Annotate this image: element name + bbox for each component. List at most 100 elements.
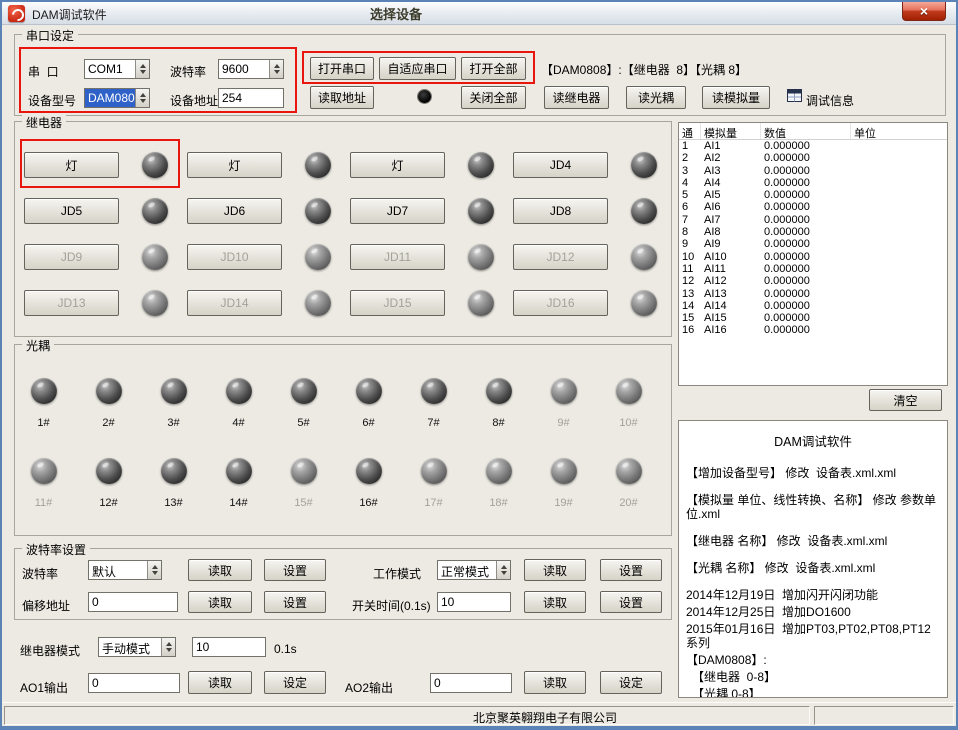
col-header-analog[interactable]: 模拟量 <box>701 123 761 139</box>
relay-mode-select[interactable]: 手动模式 <box>98 637 176 657</box>
relay-button[interactable]: JD8 <box>513 198 608 224</box>
analog-table-row[interactable]: 9 AI9 0.000000 <box>679 238 947 250</box>
relay-button[interactable]: 灯 <box>187 152 282 178</box>
relay-button[interactable]: JD7 <box>350 198 445 224</box>
cell-channel: 11 <box>679 263 701 275</box>
relay-button[interactable]: 灯 <box>350 152 445 178</box>
baud-rate-value: 9600 <box>219 60 269 78</box>
work-mode-value: 正常模式 <box>438 561 496 579</box>
opto-channel-label: 12# <box>99 497 117 509</box>
analog-table-row[interactable]: 16 AI16 0.000000 <box>679 324 947 336</box>
open-serial-button[interactable]: 打开串口 <box>310 57 374 80</box>
switch-time-set-button[interactable]: 设置 <box>600 591 662 613</box>
ao1-output-input[interactable] <box>88 673 180 693</box>
read-opto-button[interactable]: 读光耦 <box>626 86 686 109</box>
info-line: 【模拟量 单位、线性转换、名称】 修改 参数单位.xml <box>686 493 940 521</box>
work-mode-set-button[interactable]: 设置 <box>600 559 662 581</box>
clear-button[interactable]: 清空 <box>869 389 942 411</box>
relay-button[interactable]: JD12 <box>513 244 608 270</box>
analog-table-row[interactable]: 13 AI13 0.000000 <box>679 288 947 300</box>
relay-button[interactable]: JD13 <box>24 290 119 316</box>
analog-table-row[interactable]: 14 AI14 0.000000 <box>679 300 947 312</box>
cell-channel: 10 <box>679 251 701 263</box>
close-all-button[interactable]: 关闭全部 <box>461 86 526 109</box>
opto-cell: 19# <box>531 458 596 509</box>
col-header-value[interactable]: 数值 <box>761 123 851 139</box>
relay-mode-label: 继电器模式 <box>20 642 80 659</box>
ao1-set-button[interactable]: 设定 <box>264 671 326 694</box>
adaptive-serial-button[interactable]: 自适应串口 <box>379 57 456 80</box>
analog-table-row[interactable]: 3 AI3 0.000000 <box>679 165 947 177</box>
offset-set-button[interactable]: 设置 <box>264 591 326 613</box>
baud-rate-select[interactable]: 9600 <box>218 59 284 79</box>
relay-button[interactable]: JD14 <box>187 290 282 316</box>
analog-table-row[interactable]: 15 AI15 0.000000 <box>679 312 947 324</box>
ao2-output-input[interactable] <box>430 673 512 693</box>
relay-button[interactable]: JD16 <box>513 290 608 316</box>
read-address-button[interactable]: 读取地址 <box>310 86 374 109</box>
analog-table-row[interactable]: 7 AI7 0.000000 <box>679 214 947 226</box>
switch-time-read-button[interactable]: 读取 <box>524 591 586 613</box>
cell-analog-name: AI7 <box>701 214 761 226</box>
relay-button[interactable]: JD9 <box>24 244 119 270</box>
analog-table-row[interactable]: 2 AI2 0.000000 <box>679 152 947 164</box>
read-relay-button[interactable]: 读继电器 <box>544 86 609 109</box>
cell-analog-name: AI5 <box>701 189 761 201</box>
analog-table-row[interactable]: 12 AI12 0.000000 <box>679 275 947 287</box>
read-analog-button[interactable]: 读模拟量 <box>702 86 770 109</box>
analog-table-row[interactable]: 1 AI1 0.000000 <box>679 140 947 152</box>
ao1-read-button[interactable]: 读取 <box>188 671 252 694</box>
ao2-read-button[interactable]: 读取 <box>524 671 586 694</box>
com-port-select[interactable]: COM1 <box>84 59 150 79</box>
relay-button[interactable]: JD4 <box>513 152 608 178</box>
cell-unit <box>851 238 947 250</box>
work-mode-read-button[interactable]: 读取 <box>524 559 586 581</box>
info-line: 2014年12月25日 增加DO1600 <box>686 605 940 619</box>
baud-set-button[interactable]: 设置 <box>264 559 326 581</box>
relay-indicator-knob <box>305 198 331 224</box>
statusbar-panel-right <box>814 706 954 725</box>
baud-read-button[interactable]: 读取 <box>188 559 252 581</box>
info-lines: 【增加设备型号】 修改 设备表.xml.xml 【模拟量 单位、线性转换、名称】… <box>686 466 940 698</box>
analog-table-row[interactable]: 10 AI10 0.000000 <box>679 251 947 263</box>
offset-address-input[interactable] <box>88 592 178 612</box>
offset-read-button[interactable]: 读取 <box>188 591 252 613</box>
analog-table-row[interactable]: 8 AI8 0.000000 <box>679 226 947 238</box>
relay-button[interactable]: JD6 <box>187 198 282 224</box>
spinner-arrows-icon[interactable] <box>496 561 510 579</box>
spinner-arrows-icon[interactable] <box>135 60 149 78</box>
cell-unit <box>851 201 947 213</box>
switch-time-input[interactable] <box>437 592 511 612</box>
spinner-arrows-icon[interactable] <box>161 638 175 656</box>
device-model-select[interactable]: DAM0808 <box>84 88 150 108</box>
relay-button[interactable]: JD5 <box>24 198 119 224</box>
cell-value: 0.000000 <box>761 300 851 312</box>
cell-analog-name: AI9 <box>701 238 761 250</box>
spinner-arrows-icon[interactable] <box>135 89 149 107</box>
col-header-unit[interactable]: 单位 <box>851 123 947 139</box>
spinner-arrows-icon[interactable] <box>147 561 161 579</box>
relay-button[interactable]: JD15 <box>350 290 445 316</box>
switch-time-label: 开关时间(0.1s) <box>352 597 431 614</box>
work-mode-select[interactable]: 正常模式 <box>437 560 511 580</box>
device-address-input[interactable] <box>218 88 284 108</box>
baud-setting-select[interactable]: 默认 <box>88 560 162 580</box>
opto-indicator-knob <box>551 458 577 484</box>
close-button[interactable]: × <box>902 2 946 21</box>
relay-button[interactable]: JD10 <box>187 244 282 270</box>
analog-table-row[interactable]: 11 AI11 0.000000 <box>679 263 947 275</box>
opto-channel-label: 5# <box>297 417 309 429</box>
relay-button[interactable]: 灯 <box>24 152 119 178</box>
analog-table-row[interactable]: 5 AI5 0.000000 <box>679 189 947 201</box>
spinner-arrows-icon[interactable] <box>269 60 283 78</box>
cell-unit <box>851 140 947 152</box>
opto-channel-label: 10# <box>619 417 637 429</box>
analog-table-row[interactable]: 6 AI6 0.000000 <box>679 201 947 213</box>
analog-table-row[interactable]: 4 AI4 0.000000 <box>679 177 947 189</box>
cell-analog-name: AI12 <box>701 275 761 287</box>
open-all-button[interactable]: 打开全部 <box>461 57 526 80</box>
ao2-set-button[interactable]: 设定 <box>600 671 662 694</box>
relay-mode-time-input[interactable] <box>192 637 266 657</box>
relay-button[interactable]: JD11 <box>350 244 445 270</box>
col-header-channel[interactable]: 通 <box>679 123 701 139</box>
